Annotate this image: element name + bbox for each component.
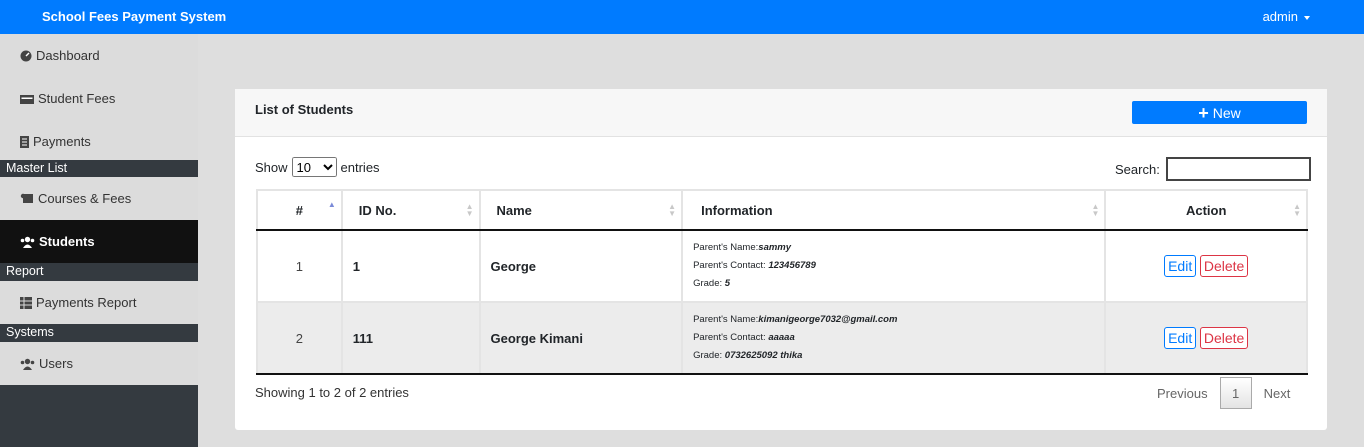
sidebar-item-student-fees[interactable]: Student Fees: [0, 77, 198, 120]
entries-label: entries: [340, 159, 380, 175]
sidebar-item-label: Student Fees: [38, 91, 116, 106]
grade-line: Grade: 5: [693, 275, 1104, 293]
table-icon: [20, 296, 32, 309]
column-header-id[interactable]: ID No. ▲ ▼: [340, 189, 481, 231]
parent-name-line: Parent's Name:kimanigeorge7032@gmail.com: [693, 311, 1104, 329]
table-row: 1 1 George Parent's Name:sammy Parent's …: [256, 229, 1308, 303]
money-icon: [20, 94, 34, 104]
column-header-label: #: [295, 202, 303, 218]
grade-line: Grade: 0732625092 thika: [693, 347, 1104, 365]
grade-value: 5: [724, 278, 731, 289]
users-icon: [20, 358, 35, 370]
next-page-button[interactable]: Next: [1252, 386, 1303, 401]
page-button-current[interactable]: 1: [1219, 377, 1252, 409]
column-header-name[interactable]: Name ▲ ▼: [478, 189, 684, 231]
parent-name-line: Parent's Name:sammy: [693, 239, 1104, 257]
sort-icon: ▲ ▼: [465, 202, 474, 218]
new-student-button[interactable]: + New: [1132, 101, 1307, 124]
cell-id: 111: [340, 301, 481, 375]
sort-icon: ▲ ▼: [1091, 202, 1100, 218]
cell-number: 2: [256, 301, 343, 375]
sidebar-item-label: Payments Report: [36, 295, 137, 310]
sidebar-item-payments[interactable]: Payments: [0, 120, 198, 163]
cell-name: George Kimani: [478, 301, 684, 375]
parent-contact-value: aaaaa: [768, 332, 795, 343]
column-header-label: Action: [1185, 202, 1227, 218]
delete-button[interactable]: Delete: [1199, 255, 1249, 277]
scroll-icon: [20, 193, 33, 203]
plus-icon: +: [1198, 102, 1209, 123]
column-header-label: Name: [496, 202, 532, 218]
edit-button[interactable]: Edit: [1164, 327, 1197, 349]
grade-label: Grade:: [693, 350, 725, 361]
students-card: List of Students + New Show 10 entries Se…: [235, 89, 1327, 430]
delete-button[interactable]: Delete: [1199, 327, 1249, 349]
sidebar-item-label: Payments: [33, 134, 91, 149]
sidebar-item-label: Users: [39, 356, 73, 371]
students-table: # ▲ ID No. ▲ ▼ Name ▲ ▼ Information ▲ ▼ Action ▲…: [256, 189, 1308, 375]
sidebar-section-master-list: Master List: [0, 160, 198, 177]
parent-contact-line: Parent's Contact: 123456789: [693, 257, 1104, 275]
sidebar-item-courses[interactable]: Courses & Fees: [0, 177, 198, 220]
app-title: School Fees Payment System: [42, 9, 227, 24]
column-header-number[interactable]: # ▲: [256, 189, 343, 231]
parent-contact-label: Parent's Contact:: [693, 332, 769, 343]
parent-contact-line: Parent's Contact: aaaaa: [693, 329, 1104, 347]
sidebar-item-label: Dashboard: [36, 48, 100, 63]
user-name: admin: [1262, 9, 1298, 24]
parent-name-label: Parent's Name:: [693, 242, 759, 253]
sort-icon: ▲ ▼: [668, 202, 677, 218]
grade-label: Grade:: [693, 278, 725, 289]
sidebar-item-payments-report[interactable]: Payments Report: [0, 281, 198, 324]
page-size-select[interactable]: 10: [291, 157, 337, 177]
cell-id: 1: [340, 229, 481, 303]
cell-number: 1: [256, 229, 343, 303]
show-label: Show: [255, 159, 288, 175]
pagination: Previous 1 Next: [1145, 377, 1302, 409]
sidebar-item-label: Courses & Fees: [38, 191, 132, 206]
sidebar-item-students[interactable]: Students: [0, 220, 198, 263]
table-header-row: # ▲ ID No. ▲ ▼ Name ▲ ▼ Information ▲ ▼ Action ▲…: [256, 189, 1308, 231]
card-title: List of Students: [255, 102, 354, 117]
column-header-label: Information: [701, 202, 773, 218]
column-header-label: ID No.: [358, 202, 397, 218]
column-header-action[interactable]: Action ▲ ▼: [1104, 189, 1308, 231]
sidebar-section-systems: Systems: [0, 324, 198, 341]
parent-contact-label: Parent's Contact:: [693, 260, 769, 271]
receipt-icon: [20, 135, 29, 148]
card-header: List of Students + New: [235, 89, 1327, 137]
sort-asc-icon: ▲: [327, 200, 336, 209]
sidebar: Dashboard Student Fees Payments Master L…: [0, 34, 198, 447]
sidebar-item-users[interactable]: Users: [0, 342, 198, 385]
cell-action: Edit Delete: [1104, 229, 1308, 303]
user-menu[interactable]: admin: [1263, 9, 1310, 24]
search-label: Search:: [1115, 161, 1160, 177]
edit-button[interactable]: Edit: [1164, 255, 1197, 277]
sidebar-section-report: Report: [0, 263, 198, 280]
parent-contact-value: 123456789: [768, 260, 816, 271]
cell-information: Parent's Name:sammy Parent's Contact: 12…: [681, 229, 1107, 303]
search-input[interactable]: [1165, 157, 1311, 181]
sort-icon: ▲ ▼: [1293, 202, 1301, 218]
table-row: 2 111 George Kimani Parent's Name:kimani…: [256, 301, 1308, 375]
dashboard-icon: [20, 50, 32, 61]
caret-down-icon: [1304, 15, 1310, 20]
column-header-information[interactable]: Information ▲ ▼: [681, 189, 1107, 231]
grade-value: 0732625092 thika: [724, 350, 803, 361]
parent-name-value: sammy: [758, 242, 792, 253]
cell-information: Parent's Name:kimanigeorge7032@gmail.com…: [681, 301, 1107, 375]
previous-page-button[interactable]: Previous: [1145, 386, 1220, 401]
sidebar-item-label: Students: [39, 234, 95, 249]
sidebar-item-dashboard[interactable]: Dashboard: [0, 34, 198, 77]
new-button-label: New: [1212, 104, 1241, 121]
search-control: Search:: [1115, 157, 1311, 181]
top-navbar: School Fees Payment System admin: [0, 0, 1364, 34]
page-length-control: Show 10 entries: [255, 157, 380, 177]
cell-name: George: [478, 229, 684, 303]
users-icon: [20, 236, 35, 248]
cell-action: Edit Delete: [1104, 301, 1308, 375]
parent-name-label: Parent's Name:: [693, 314, 759, 325]
parent-name-value: kimanigeorge7032@gmail.com: [758, 314, 898, 325]
table-info: Showing 1 to 2 of 2 entries: [255, 385, 409, 400]
